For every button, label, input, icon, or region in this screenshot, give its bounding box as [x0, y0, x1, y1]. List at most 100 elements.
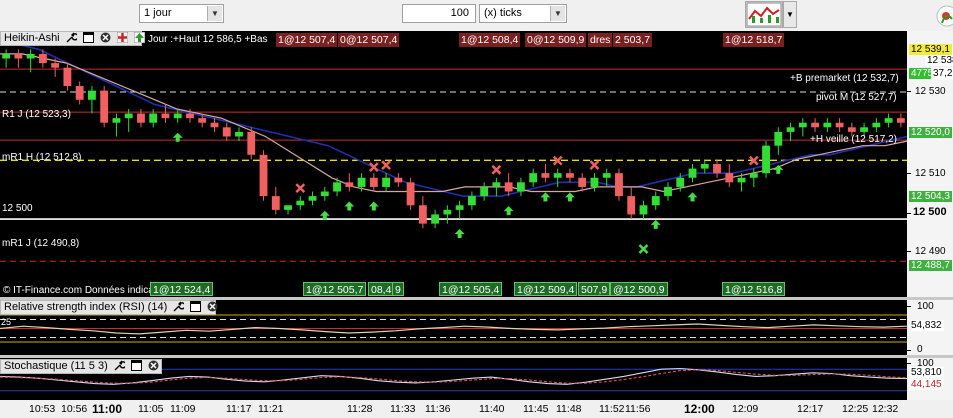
- candle-body: [210, 122, 219, 128]
- candle-body: [651, 196, 660, 206]
- chart-type-dropdown[interactable]: ▼: [783, 1, 797, 28]
- time-label: 11:48: [556, 403, 582, 415]
- wrench-icon[interactable]: [173, 301, 186, 312]
- wrench-icon[interactable]: [114, 360, 127, 371]
- candle-body: [38, 53, 47, 64]
- rsi-axis[interactable]: 100 54,832 0: [907, 300, 953, 355]
- candle-body: [798, 122, 807, 128]
- candle-body: [762, 145, 770, 174]
- move-up-icon[interactable]: [133, 31, 146, 44]
- stochastic-panel[interactable]: Stochastique (11 5 3): [0, 358, 907, 400]
- time-label: 10:56: [61, 403, 88, 415]
- candle-body: [149, 113, 158, 123]
- time-label: 11:56: [625, 403, 651, 415]
- axis-label: 12 530: [915, 86, 946, 97]
- window-icon[interactable]: [190, 301, 202, 312]
- alert-icon[interactable]: [116, 31, 129, 44]
- chevron-down-icon[interactable]: ▼: [207, 6, 222, 21]
- candle-body: [884, 118, 893, 123]
- stochastic-title: Stochastique (11 5 3): [4, 360, 108, 372]
- stochastic-panel-header: Stochastique (11 5 3): [0, 359, 162, 374]
- candle-body: [443, 209, 452, 215]
- candle-body: [222, 127, 231, 137]
- candle-body: [492, 182, 501, 187]
- bottom-trade-tag: 1@12 505,7: [303, 282, 367, 296]
- axis-label-last: 12 538,1: [925, 55, 953, 66]
- signal-cross-icon: [368, 162, 379, 173]
- candle-body: [553, 173, 562, 178]
- top-trade-tag: 0@12 507,4: [338, 33, 400, 47]
- top-trade-tag: 0@12 509,9: [525, 33, 587, 47]
- axis-tick: [907, 173, 911, 174]
- time-label: 11:17: [226, 403, 252, 415]
- candle-body: [431, 214, 440, 224]
- candle-body: [14, 53, 23, 59]
- candle-body: [467, 196, 476, 206]
- candle-body: [51, 63, 60, 68]
- ticks-unit-value: (x) ticks: [484, 7, 522, 19]
- buy-arrow-icon: [540, 192, 551, 202]
- logo-icon: [933, 3, 953, 29]
- window-icon[interactable]: [82, 32, 94, 43]
- candle-body: [369, 177, 378, 187]
- time-label: 11:00: [92, 402, 123, 416]
- axis-label: 12 510: [915, 168, 946, 179]
- period-select[interactable]: 1 jour ▼: [139, 4, 224, 23]
- axis-tick: [907, 363, 911, 364]
- rsi-title: Relative strength index (RSI) (14): [4, 301, 168, 313]
- time-label: 11:36: [425, 403, 451, 415]
- top-trade-tag: 2 503,7: [613, 33, 653, 47]
- window-icon[interactable]: [130, 360, 142, 371]
- candle-body: [529, 173, 538, 183]
- close-icon[interactable]: [207, 301, 218, 312]
- top-trade-tag: 1@12 518,7: [723, 33, 785, 47]
- axis-tick: [907, 350, 911, 351]
- time-label: 12:32: [872, 403, 899, 415]
- candle-body: [504, 182, 513, 192]
- stochastic-axis[interactable]: 100 53,810 44,145: [907, 358, 953, 400]
- rsi-panel[interactable]: Relative strength index (RSI) (14) 25: [0, 300, 907, 355]
- candle-body: [345, 182, 354, 187]
- wrench-icon[interactable]: [66, 32, 79, 43]
- candle-body: [173, 113, 182, 119]
- ticks-value-input[interactable]: 100: [402, 4, 476, 23]
- signal-cross-icon: [491, 164, 502, 175]
- time-label: 11:21: [258, 403, 284, 415]
- candle-body: [602, 173, 611, 178]
- main-chart-panel[interactable]: Heikin-Ashi Jour :+Haut 12 586,5 +Bas 1@…: [0, 31, 907, 297]
- close-icon[interactable]: [148, 360, 159, 371]
- chart-type-button[interactable]: [745, 1, 783, 28]
- time-label: 12:17: [797, 403, 824, 415]
- time-axis[interactable]: 10:53 10:56 11:00 11:05 11:09 11:17 11:2…: [0, 400, 953, 418]
- ticks-unit-select[interactable]: (x) ticks ▼: [479, 4, 567, 23]
- candle-body: [137, 113, 145, 123]
- top-trade-tag: 1@12 507,4: [276, 33, 338, 47]
- level-label: 12 500: [2, 203, 33, 214]
- candle-body: [872, 122, 881, 128]
- candle-body: [63, 67, 72, 87]
- buy-arrow-icon: [368, 201, 379, 211]
- close-icon[interactable]: [100, 32, 111, 43]
- candle-body: [664, 186, 672, 197]
- chevron-down-icon[interactable]: ▼: [550, 6, 565, 21]
- candle-body: [516, 182, 525, 192]
- candle-body: [88, 90, 96, 100]
- moving-average-line: [0, 39, 907, 197]
- candle-body: [725, 173, 734, 183]
- buy-arrow-icon: [773, 164, 784, 174]
- signal-cross-icon: [589, 160, 600, 171]
- level-label: pivot M (12 527,7): [816, 92, 897, 103]
- top-trade-tag: dres: [588, 33, 613, 47]
- info-line: Jour :+Haut 12 586,5 +Bas: [148, 34, 268, 45]
- candle-body: [590, 177, 599, 187]
- candle-body: [688, 168, 697, 178]
- price-axis[interactable]: 12 539,1 12 538,1 4775 37,2 12 530 12 52…: [907, 31, 953, 297]
- moving-average-line: [0, 53, 907, 193]
- axis-label-low: 12 504,3: [909, 191, 952, 202]
- candle-body: [247, 131, 256, 155]
- time-label: 12:09: [732, 403, 759, 415]
- top-trade-tag: 1@12 508,4: [459, 33, 521, 47]
- candle-body: [124, 113, 133, 119]
- time-label: 12:25: [842, 403, 869, 415]
- price-chart[interactable]: [0, 31, 907, 297]
